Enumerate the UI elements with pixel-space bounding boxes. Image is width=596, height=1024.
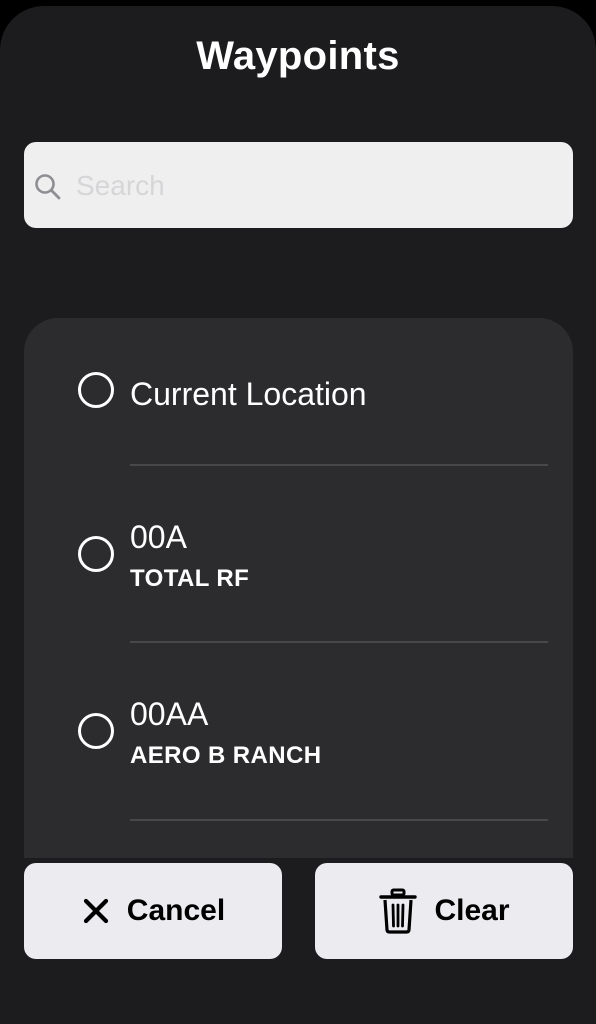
search-bar[interactable] [24,142,573,230]
waypoint-subtitle: TOTAL RF [130,565,250,592]
radio-button[interactable] [78,713,114,749]
page-title: Waypoints [196,34,400,78]
waypoint-subtitle: AERO B RANCH [130,742,322,769]
waypoint-title: Current Location [130,376,367,412]
waypoint-title: 00A [130,519,187,555]
close-icon [83,898,108,924]
waypoints-sheet: Waypoints Current Location 00A TOTAL RF … [0,6,596,1024]
clear-label: Clear [434,894,510,927]
waypoint-item-00aa[interactable]: 00AA AERO B RANCH [24,642,573,819]
search-input[interactable] [74,142,558,230]
cancel-button[interactable]: Cancel [24,863,282,959]
radio-button[interactable] [78,372,114,408]
waypoint-item-00a[interactable]: 00A TOTAL RF [24,465,573,642]
waypoint-title: 00AA [130,696,209,732]
trash-icon [379,888,418,934]
divider [130,819,548,821]
clear-button[interactable]: Clear [315,863,573,959]
waypoint-list: Current Location 00A TOTAL RF 00AA AERO … [24,318,573,858]
cancel-label: Cancel [126,894,226,927]
search-icon [35,174,61,200]
radio-button[interactable] [78,536,114,572]
